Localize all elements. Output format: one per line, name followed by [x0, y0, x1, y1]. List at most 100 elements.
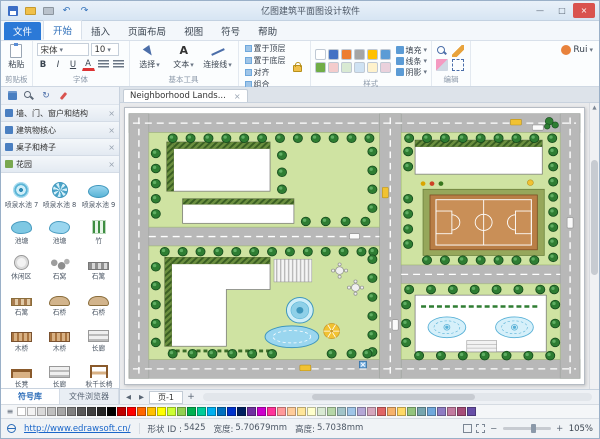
- zoom-slider-thumb[interactable]: [531, 424, 536, 433]
- page-next-button[interactable]: ▶: [136, 393, 147, 401]
- user-name[interactable]: Rui: [573, 45, 587, 55]
- color-swatch[interactable]: [177, 407, 186, 416]
- symbol-item[interactable]: 喷泉水池 7: [2, 175, 41, 211]
- color-swatch[interactable]: [97, 407, 106, 416]
- symbol-item[interactable]: 池塘: [41, 211, 80, 247]
- page-prev-button[interactable]: ◀: [123, 393, 134, 401]
- color-swatch[interactable]: [207, 407, 216, 416]
- style-swatch[interactable]: [380, 49, 391, 60]
- add-page-button[interactable]: +: [185, 392, 197, 402]
- color-swatch[interactable]: [67, 407, 76, 416]
- swimming-pool[interactable]: [265, 326, 319, 348]
- building-bottom-right[interactable]: [415, 295, 546, 352]
- arrange-button[interactable]: 对齐: [243, 67, 288, 77]
- symbol-item[interactable]: 休闲区: [2, 247, 41, 283]
- color-swatch[interactable]: [197, 407, 206, 416]
- color-swatch[interactable]: [267, 407, 276, 416]
- color-swatch[interactable]: [407, 407, 416, 416]
- ribbon-tab[interactable]: 符号: [212, 22, 249, 40]
- style-swatch[interactable]: [341, 62, 352, 73]
- style-swatch[interactable]: [367, 62, 378, 73]
- symbol-item[interactable]: 长廊: [41, 355, 80, 388]
- color-swatch[interactable]: [277, 407, 286, 416]
- color-swatch[interactable]: [437, 407, 446, 416]
- font-name-combo[interactable]: 宋体▾: [37, 43, 89, 56]
- garden-panel-header[interactable]: 花园 ×: [1, 156, 119, 173]
- open-button[interactable]: [23, 4, 38, 18]
- color-swatch[interactable]: [27, 407, 36, 416]
- font-size-combo[interactable]: 10▾: [91, 43, 119, 56]
- close-icon[interactable]: ×: [108, 160, 115, 169]
- color-swatch[interactable]: [117, 407, 126, 416]
- close-icon[interactable]: ×: [108, 143, 115, 152]
- color-swatch[interactable]: [387, 407, 396, 416]
- style-button[interactable]: 填充▾: [396, 45, 428, 55]
- style-swatch[interactable]: [315, 62, 326, 73]
- find-button[interactable]: [436, 45, 448, 57]
- italic-button[interactable]: I: [52, 58, 65, 71]
- color-swatch[interactable]: [287, 407, 296, 416]
- select-all-button[interactable]: [452, 59, 464, 71]
- color-swatch[interactable]: [137, 407, 146, 416]
- color-swatch[interactable]: [107, 407, 116, 416]
- chevron-down-icon[interactable]: ▾: [589, 46, 593, 54]
- basketball-court[interactable]: [423, 189, 544, 255]
- symbol-item[interactable]: 竹: [79, 211, 118, 247]
- symbol-panel-header[interactable]: 墙、门、窗户和结构 ×: [1, 105, 119, 122]
- symbol-item[interactable]: 木桥: [2, 319, 41, 355]
- refresh-button[interactable]: ↻: [39, 89, 53, 102]
- ribbon-tab[interactable]: 开始: [43, 20, 82, 40]
- close-icon[interactable]: ×: [234, 92, 241, 101]
- minimize-button[interactable]: —: [529, 3, 551, 18]
- drawing-canvas[interactable]: ▲: [120, 103, 599, 389]
- color-swatch[interactable]: [47, 407, 56, 416]
- zoom-slider[interactable]: [503, 427, 551, 430]
- color-swatch[interactable]: [377, 407, 386, 416]
- style-swatch[interactable]: [354, 62, 365, 73]
- ribbon-tab[interactable]: 插入: [82, 22, 119, 40]
- close-icon[interactable]: ×: [108, 109, 115, 118]
- underline-button[interactable]: U: [67, 58, 80, 71]
- ribbon-tab[interactable]: 文件: [4, 22, 41, 40]
- color-swatch[interactable]: [357, 407, 366, 416]
- symbol-item[interactable]: 石桥: [41, 283, 80, 319]
- style-swatch[interactable]: [380, 62, 391, 73]
- color-swatch[interactable]: [157, 407, 166, 416]
- symbol-item[interactable]: 石篱: [2, 283, 41, 319]
- align-left-button[interactable]: [97, 58, 110, 71]
- tool-button[interactable]: 选择▾: [134, 43, 166, 70]
- protect-button[interactable]: [290, 61, 306, 72]
- style-swatch[interactable]: [367, 49, 378, 60]
- close-button[interactable]: ×: [573, 3, 595, 18]
- close-icon[interactable]: ×: [108, 126, 115, 135]
- color-swatch[interactable]: [257, 407, 266, 416]
- print-button[interactable]: [41, 4, 56, 18]
- library-button[interactable]: [5, 89, 19, 102]
- color-swatch[interactable]: [447, 407, 456, 416]
- color-swatch[interactable]: [77, 407, 86, 416]
- symbol-item[interactable]: 木桥: [41, 319, 80, 355]
- erase-button[interactable]: [436, 59, 448, 71]
- color-swatch[interactable]: [167, 407, 176, 416]
- color-swatch[interactable]: [57, 407, 66, 416]
- ribbon-tab[interactable]: 页面布局: [119, 22, 175, 40]
- scrollbar-thumb[interactable]: [591, 160, 598, 274]
- color-swatch[interactable]: [17, 407, 26, 416]
- color-swatch[interactable]: [347, 407, 356, 416]
- save-button[interactable]: [5, 4, 20, 18]
- color-swatch[interactable]: [37, 407, 46, 416]
- color-swatch[interactable]: [87, 407, 96, 416]
- paste-button[interactable]: 粘贴: [5, 43, 28, 71]
- color-swatch[interactable]: [397, 407, 406, 416]
- color-swatch[interactable]: [127, 407, 136, 416]
- building-top-right[interactable]: [415, 140, 542, 174]
- color-swatch[interactable]: [307, 407, 316, 416]
- bold-button[interactable]: B: [37, 58, 50, 71]
- scroll-up-icon[interactable]: ▲: [590, 103, 599, 113]
- color-swatch[interactable]: [337, 407, 346, 416]
- color-swatch[interactable]: [217, 407, 226, 416]
- drawing-page[interactable]: [124, 107, 585, 385]
- fit-page-icon[interactable]: [463, 424, 472, 433]
- sidebar-tab[interactable]: 符号库: [1, 389, 60, 404]
- tool-button[interactable]: 连接线▾: [202, 43, 234, 70]
